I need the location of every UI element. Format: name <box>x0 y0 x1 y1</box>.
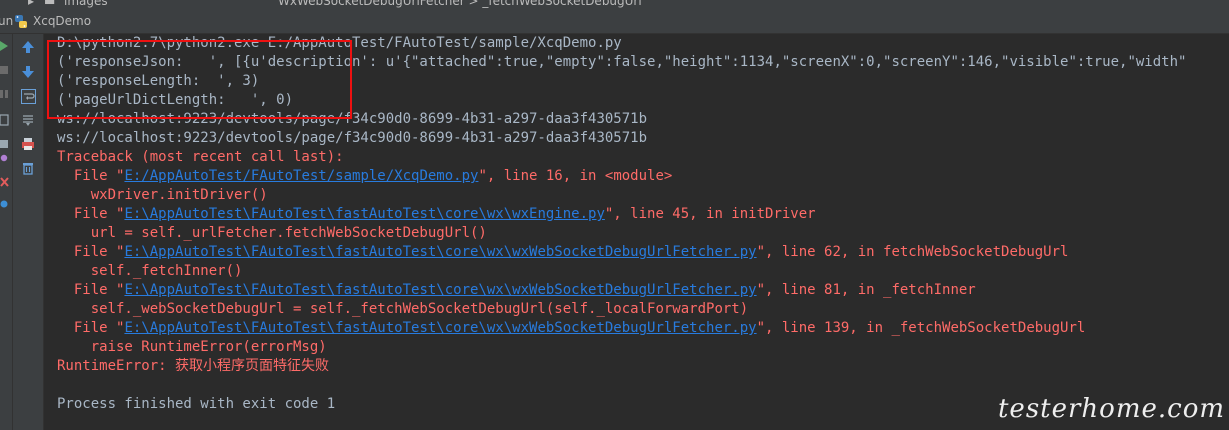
traceback-code: raise RuntimeError(errorMsg) <box>57 339 327 355</box>
images-folder-label[interactable]: images <box>64 0 108 8</box>
folder-arrow-icon[interactable]: ▸ <box>28 0 34 8</box>
traceback-code: self._fetchInner() <box>57 263 243 279</box>
scroll-end-icon <box>23 115 33 126</box>
traceback-frame: File "E:\AppAutoTest\FAutoTest\fastAutoT… <box>57 282 976 298</box>
source-file-link[interactable]: E:\AppAutoTest\FAutoTest\fastAutoTest\co… <box>124 282 756 298</box>
source-file-link[interactable]: E:\AppAutoTest\FAutoTest\fastAutoTest\co… <box>124 320 756 336</box>
clear-all-button[interactable] <box>20 160 36 176</box>
wrap-icon <box>20 88 36 104</box>
annotation-highlight-box <box>47 40 352 119</box>
run-actions-toolbar <box>0 34 13 430</box>
restore-layout-icon[interactable] <box>0 114 9 126</box>
console-line: ws://localhost:9223/devtools/page/f34c90… <box>57 130 648 146</box>
traceback-code: self._webSocketDebugUrl = self._fetchWeb… <box>57 301 749 317</box>
scroll-to-end-button[interactable] <box>20 112 36 128</box>
traceback-frame: File "E:\AppAutoTest\FAutoTest\fastAutoT… <box>57 320 1086 336</box>
pin-tab-icon[interactable] <box>0 138 9 150</box>
close-icon[interactable] <box>0 176 9 188</box>
source-file-link[interactable]: E:/AppAutoTest/FAutoTest/sample/XcqDemo.… <box>124 168 478 184</box>
runtime-error-message: RuntimeError: 获取小程序页面特征失败 <box>57 358 330 374</box>
settings-icon[interactable] <box>0 152 9 164</box>
traceback-frame: File "E:/AppAutoTest/FAutoTest/sample/Xc… <box>57 168 673 184</box>
source-file-link[interactable]: E:\AppAutoTest\FAutoTest\fastAutoTest\co… <box>124 206 604 222</box>
watermark: testerhome.com <box>997 394 1225 424</box>
run-tool-window: ▸ ▬ images WxWebSocketDebugUrlFetcher > … <box>0 0 1229 430</box>
run-label: un <box>0 14 14 28</box>
pause-icon[interactable] <box>0 88 9 100</box>
console-toolbar <box>13 34 44 430</box>
run-tab-header: un XcqDemo <box>0 10 1229 34</box>
up-stack-frame-button[interactable] <box>20 39 36 55</box>
arrow-up-icon <box>22 41 34 53</box>
traceback-frame: File "E:\AppAutoTest\FAutoTest\fastAutoT… <box>57 244 1069 260</box>
stop-icon[interactable] <box>0 64 9 76</box>
folder-icon: ▬ <box>44 0 56 8</box>
traceback-code: wxDriver.initDriver() <box>57 187 268 203</box>
project-tree-strip: ▸ ▬ images WxWebSocketDebugUrlFetcher > … <box>0 0 1229 10</box>
exit-status-line: Process finished with exit code 1 <box>57 396 336 412</box>
trash-icon <box>23 163 33 175</box>
help-icon[interactable] <box>0 198 9 210</box>
rerun-icon[interactable] <box>0 40 9 52</box>
source-file-link[interactable]: E:\AppAutoTest\FAutoTest\fastAutoTest\co… <box>124 244 756 260</box>
arrow-down-icon <box>22 66 34 78</box>
traceback-frame: File "E:\AppAutoTest\FAutoTest\fastAutoT… <box>57 206 816 222</box>
breadcrumb[interactable]: WxWebSocketDebugUrlFetcher > _fetchWebSo… <box>278 0 642 8</box>
down-stack-frame-button[interactable] <box>20 64 36 80</box>
print-icon <box>22 138 34 150</box>
run-config-tab[interactable]: XcqDemo <box>33 14 91 28</box>
print-button[interactable] <box>20 136 36 152</box>
traceback-header: Traceback (most recent call last): <box>57 149 344 165</box>
python-icon <box>15 15 27 28</box>
traceback-code: url = self._urlFetcher.fetchWebSocketDeb… <box>57 225 487 241</box>
soft-wrap-button[interactable] <box>20 88 36 104</box>
